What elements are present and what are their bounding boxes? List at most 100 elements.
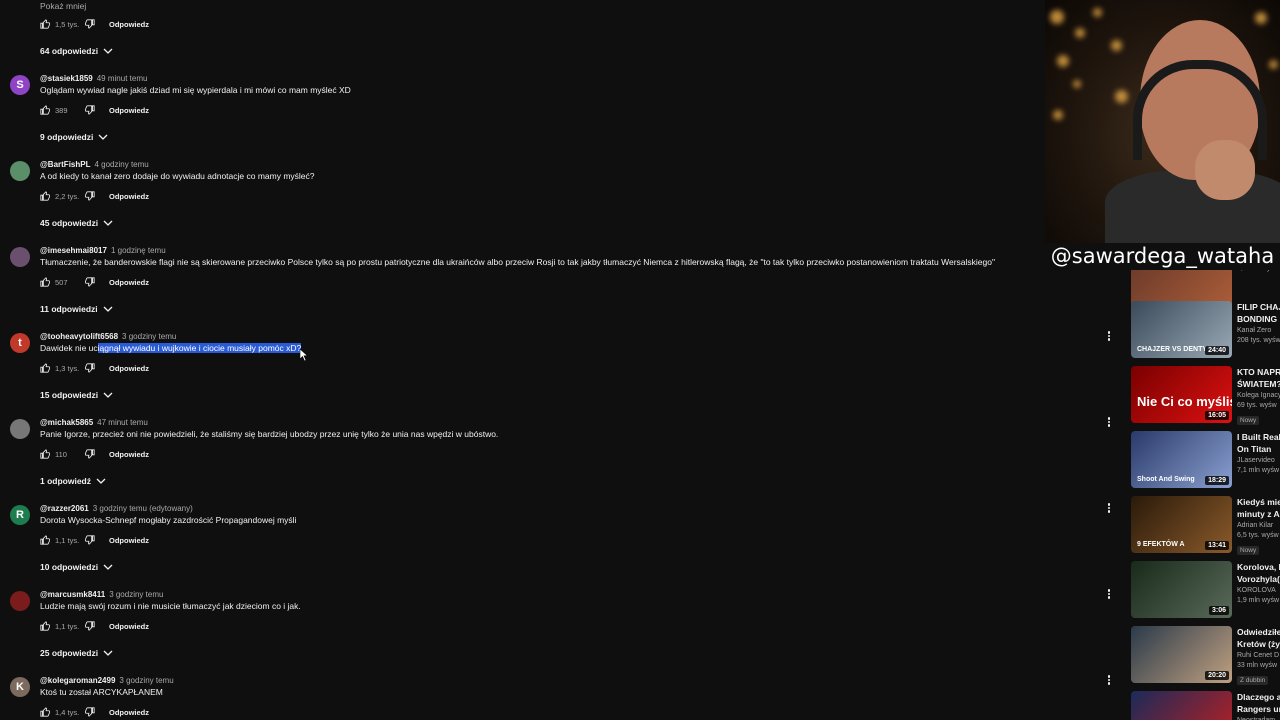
avatar[interactable] <box>10 247 30 267</box>
avatar[interactable]: S <box>10 75 30 95</box>
thumbs-up-icon[interactable] <box>40 19 50 29</box>
reply-button[interactable]: Odpowiedz <box>109 450 149 459</box>
more-options-icon[interactable] <box>1105 416 1113 428</box>
comment-author[interactable]: @kolegaroman2499 <box>40 676 115 685</box>
avatar[interactable] <box>10 161 30 181</box>
reply-button[interactable]: Odpowiedz <box>109 708 149 717</box>
channel-name[interactable]: Kanał Zero <box>1237 327 1280 334</box>
thumbs-down-icon[interactable] <box>85 449 95 459</box>
comment-time[interactable]: 47 minut temu <box>97 418 148 427</box>
replies-toggle[interactable]: 1 odpowiedź <box>40 476 106 486</box>
video-title[interactable]: Odwiedziłe <box>1237 626 1280 638</box>
comment-time[interactable]: 3 godziny temu <box>109 590 163 599</box>
video-thumbnail[interactable]: Shoot And Swing 18:29 <box>1131 431 1232 488</box>
thumbs-up-icon[interactable] <box>40 535 50 545</box>
thumbs-up-icon[interactable] <box>40 105 50 115</box>
replies-toggle[interactable]: 11 odpowiedzi <box>40 304 113 314</box>
thumbs-down-icon[interactable] <box>85 535 95 545</box>
replies-toggle[interactable]: 45 odpowiedzi <box>40 218 113 228</box>
thumbs-down-icon[interactable] <box>85 19 95 29</box>
video-thumbnail[interactable]: CHAJZER VS DENTYSTA 24:40 <box>1131 301 1232 358</box>
replies-toggle[interactable]: 25 odpowiedzi <box>40 648 113 658</box>
channel-name[interactable]: Ruhi Cenet D <box>1237 652 1280 659</box>
comment-author[interactable]: @michak5865 <box>40 418 93 427</box>
reply-button[interactable]: Odpowiedz <box>109 106 149 115</box>
comment-author[interactable]: @marcusmk8411 <box>40 590 105 599</box>
thumbs-down-icon[interactable] <box>85 191 95 201</box>
avatar[interactable] <box>10 419 30 439</box>
comment-header: @marcusmk8411 3 godziny temu <box>40 590 163 599</box>
comment-time[interactable]: 3 godziny temu <box>122 332 176 341</box>
reply-button[interactable]: Odpowiedz <box>109 192 149 201</box>
video-thumbnail[interactable]: 20:20 <box>1131 626 1232 683</box>
video-title-line2[interactable]: Rangers un <box>1237 703 1280 715</box>
video-title-line2[interactable]: ŚWIATEM? <box>1237 378 1280 390</box>
thumbs-up-icon[interactable] <box>40 191 50 201</box>
video-title-line2[interactable]: On Titan <box>1237 443 1280 455</box>
comment-time[interactable]: 49 minut temu <box>97 74 148 83</box>
comment-time[interactable]: 3 godziny temu (edytowany) <box>93 504 193 513</box>
video-title[interactable]: Dlaczego al <box>1237 691 1280 703</box>
channel-name[interactable]: KOROLOVA <box>1237 587 1280 594</box>
recommended-video[interactable]: 9 EFEKTÓW A 13:41 Kiedyś mies minuty z A… <box>1131 496 1280 555</box>
recommended-video[interactable]: 20:20 Odwiedziłe Kretów (żyj Ruhi Cenet … <box>1131 626 1280 685</box>
show-less-link[interactable]: Pokaż mniej <box>40 1 86 11</box>
more-options-icon[interactable] <box>1105 588 1113 600</box>
video-title[interactable]: FILIP CHAJ <box>1237 301 1280 313</box>
reply-button[interactable]: Odpowiedz <box>109 622 149 631</box>
recommended-video[interactable]: Nie Ci co myślisz 16:05 KTO NAPRA ŚWIATE… <box>1131 366 1280 425</box>
comment-author[interactable]: @stasiek1859 <box>40 74 93 83</box>
thumbs-up-icon[interactable] <box>40 707 50 717</box>
reply-button[interactable]: Odpowiedz <box>109 20 149 29</box>
comment-author[interactable]: @tooheavytolift6568 <box>40 332 118 341</box>
comment-time[interactable]: 3 godziny temu <box>119 676 173 685</box>
avatar[interactable]: K <box>10 677 30 697</box>
more-options-icon[interactable] <box>1105 502 1113 514</box>
reply-button[interactable]: Odpowiedz <box>109 536 149 545</box>
channel-name[interactable]: JLaservideo <box>1237 457 1280 464</box>
video-title-line2[interactable]: Kretów (żyj <box>1237 638 1280 650</box>
recommended-video[interactable]: WYNOŚ ZŁADZE ŚWIECZEK Dlaczego al Ranger… <box>1131 691 1280 720</box>
video-title-line2[interactable]: Vorozhyla( <box>1237 573 1280 585</box>
thumbs-up-icon[interactable] <box>40 277 50 287</box>
recommended-video[interactable]: CHAJZER VS DENTYSTA 24:40 FILIP CHAJ BON… <box>1131 301 1280 359</box>
video-title[interactable]: KTO NAPRA <box>1237 366 1280 378</box>
video-title-line2[interactable]: BONDING N <box>1237 313 1280 325</box>
video-thumbnail[interactable]: Nie Ci co myślisz 16:05 <box>1131 366 1232 423</box>
avatar[interactable] <box>10 591 30 611</box>
thumbs-down-icon[interactable] <box>85 277 95 287</box>
replies-toggle[interactable]: 64 odpowiedzi <box>40 46 113 56</box>
video-title-line2[interactable]: minuty z Al <box>1237 508 1280 520</box>
thumbs-up-icon[interactable] <box>40 363 50 373</box>
video-title[interactable]: I Built Real <box>1237 431 1280 443</box>
thumbs-down-icon[interactable] <box>85 105 95 115</box>
comment-author[interactable]: @BartFishPL <box>40 160 90 169</box>
thumbs-down-icon[interactable] <box>85 707 95 717</box>
comment-author[interactable]: @razzer2061 <box>40 504 89 513</box>
video-thumbnail[interactable]: 9 EFEKTÓW A 13:41 <box>1131 496 1232 553</box>
thumbs-up-icon[interactable] <box>40 449 50 459</box>
video-thumbnail[interactable]: 3:06 <box>1131 561 1232 618</box>
comment-author[interactable]: @imesehmai8017 <box>40 246 107 255</box>
replies-toggle[interactable]: 9 odpowiedzi <box>40 132 108 142</box>
channel-name[interactable]: Adrian Kilar <box>1237 522 1280 529</box>
video-title[interactable]: Korolova, R <box>1237 561 1280 573</box>
channel-name[interactable]: Kolega Ignacy <box>1237 392 1280 399</box>
thumbs-down-icon[interactable] <box>85 621 95 631</box>
comment-time[interactable]: 4 godziny temu <box>94 160 148 169</box>
recommended-video[interactable]: 3:06 Korolova, R Vorozhyla( KOROLOVA 1,9… <box>1131 561 1280 619</box>
comment-time[interactable]: 1 godzinę temu <box>111 246 166 255</box>
replies-toggle[interactable]: 10 odpowiedzi <box>40 562 113 572</box>
recommended-video[interactable]: Shoot And Swing 18:29 I Built Real On Ti… <box>1131 431 1280 489</box>
more-options-icon[interactable] <box>1105 330 1113 342</box>
reply-button[interactable]: Odpowiedz <box>109 278 149 287</box>
avatar[interactable]: t <box>10 333 30 353</box>
more-options-icon[interactable] <box>1105 674 1113 686</box>
replies-toggle[interactable]: 15 odpowiedzi <box>40 390 113 400</box>
thumbs-down-icon[interactable] <box>85 363 95 373</box>
video-thumbnail[interactable]: WYNOŚ ZŁADZE ŚWIECZEK <box>1131 691 1232 720</box>
video-title[interactable]: Kiedyś mies <box>1237 496 1280 508</box>
avatar[interactable]: R <box>10 505 30 525</box>
reply-button[interactable]: Odpowiedz <box>109 364 149 373</box>
thumbs-up-icon[interactable] <box>40 621 50 631</box>
